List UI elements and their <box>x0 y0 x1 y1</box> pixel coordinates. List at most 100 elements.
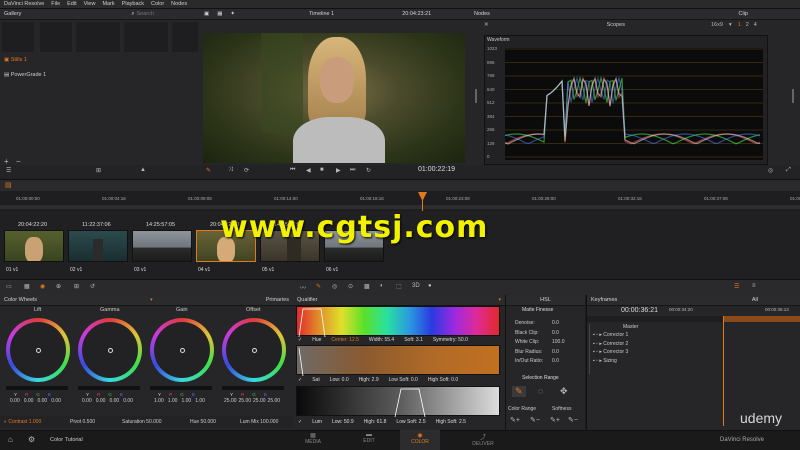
keyframe-track[interactable]: ▪ ▫ ▸ Corrector 3 <box>593 349 628 355</box>
hue-qualifier-bar[interactable] <box>296 306 500 338</box>
loop-button[interactable]: ↻ <box>366 167 371 174</box>
menu-edit[interactable]: Edit <box>67 1 76 7</box>
soft-remove-icon[interactable]: ✎− <box>568 416 578 424</box>
search-icon[interactable]: ⌕ <box>131 11 134 18</box>
saturation-field[interactable]: Saturation 50.000 <box>122 419 161 425</box>
keyframes-filter[interactable]: All <box>752 297 758 303</box>
motion-effects-icon[interactable]: ⊞ <box>74 283 79 290</box>
reset-icon[interactable]: ↺ <box>90 283 95 290</box>
gamma-values[interactable]: 0.00 0.00 0.00 0.00 <box>82 398 133 404</box>
menu-nodes[interactable]: Nodes <box>171 1 187 7</box>
menu-mark[interactable]: Mark <box>102 1 114 7</box>
pivot-field[interactable]: Pivot 0.500 <box>70 419 95 425</box>
keyframe-track[interactable]: ▪ ▫ ▸ Sizing <box>593 358 617 364</box>
viewer-mode-icon[interactable]: ▣ <box>204 11 209 17</box>
gain-values[interactable]: 1.00 1.00 1.00 1.00 <box>154 398 205 404</box>
menu-view[interactable]: View <box>84 1 96 7</box>
remove-range-icon[interactable]: ✎− <box>530 416 540 424</box>
tab-color[interactable]: ◉ COLOR <box>397 432 443 445</box>
timeline-track[interactable] <box>0 205 800 209</box>
soft-add-icon[interactable]: ✎+ <box>550 416 560 424</box>
color-match-icon[interactable]: ▦ <box>24 283 30 290</box>
scope-drag-handle[interactable] <box>475 89 477 103</box>
tab-deliver[interactable]: ⤴ DELIVER <box>460 432 506 447</box>
keyframes-view-icon[interactable]: ≡ <box>752 283 756 289</box>
gamma-master-slider[interactable] <box>78 386 140 390</box>
album-stills[interactable]: ▣ Stills 1 <box>4 57 27 63</box>
refine-icon[interactable]: ◌ <box>538 386 543 396</box>
keyframe-track[interactable]: ▪ ▫ ▸ Corrector 1 <box>593 332 628 338</box>
viewer-grid-icon[interactable]: ▦ <box>217 11 222 17</box>
matte-value[interactable]: 0.0 <box>552 358 559 364</box>
still-slot[interactable] <box>76 22 120 52</box>
rgb-mixer-icon[interactable]: ⊕ <box>56 283 61 290</box>
wheels-mode[interactable]: Primaries <box>266 297 289 303</box>
curves-icon[interactable]: 〰 <box>300 283 306 292</box>
keyframe-track[interactable]: ▪ ▫ ▸ Corrector 2 <box>593 341 628 347</box>
stop-button[interactable]: ■ <box>320 167 324 173</box>
camera-raw-icon[interactable]: ▭ <box>6 283 12 290</box>
qualifier-icon[interactable]: ✎ <box>316 283 321 290</box>
close-icon[interactable]: ✕ <box>484 22 489 28</box>
sat-qualifier-bar[interactable] <box>296 345 500 377</box>
shuffle-icon[interactable]: ⤨ <box>228 167 233 174</box>
still-slot[interactable] <box>124 22 168 52</box>
chevron-down-icon[interactable]: ▾ <box>150 297 153 303</box>
add-range-icon[interactable]: ✎+ <box>510 416 520 424</box>
sizing-icon[interactable]: ⬚ <box>396 283 402 290</box>
matte-value[interactable]: 0.0 <box>552 349 559 355</box>
last-frame-button[interactable]: ⏭ <box>350 167 355 174</box>
still-slot[interactable] <box>2 22 34 52</box>
timeline-name[interactable]: Timeline 1 <box>309 11 334 17</box>
clip-thumbnail[interactable] <box>4 230 64 262</box>
clip-label[interactable]: Clip <box>739 11 748 17</box>
chevron-down-icon[interactable]: ▾ <box>729 22 732 28</box>
loop-icon[interactable]: ⟳ <box>244 167 249 174</box>
tracker-icon[interactable]: ⊙ <box>348 283 353 290</box>
color-wheels-icon[interactable]: ◉ <box>40 283 45 290</box>
menu-color[interactable]: Color <box>151 1 164 7</box>
home-icon[interactable]: ⌂ <box>8 435 13 444</box>
matte-value[interactable]: 0.0 <box>552 330 559 336</box>
expand-icon[interactable]: ✥ <box>560 386 568 397</box>
qualifier-mode[interactable]: HSL <box>540 297 551 303</box>
gallery-search-input[interactable]: Search <box>137 11 154 17</box>
pick-tool-icon[interactable]: ✎ <box>206 167 211 174</box>
menu-playback[interactable]: Playback <box>122 1 144 7</box>
reverse-button[interactable]: ◀ <box>306 167 311 174</box>
matte-value[interactable]: 0.0 <box>552 320 559 326</box>
album-powergrade[interactable]: ▤ PowerGrade 1 <box>4 72 46 78</box>
aspect-select[interactable]: 16x9 <box>711 22 723 28</box>
still-slot[interactable] <box>40 22 72 52</box>
timeline-toggle-icon[interactable]: ▤ <box>5 181 12 189</box>
3d-icon[interactable]: 3D <box>412 283 420 289</box>
offset-values[interactable]: 25.00 25.00 25.00 25.00 <box>224 398 280 404</box>
contrast-field[interactable]: ◐ Contrast 1.000 <box>4 419 41 425</box>
node-graph-icon[interactable]: ◎ <box>768 167 773 174</box>
window-icon[interactable]: ◎ <box>332 283 337 290</box>
clip-thumbnail[interactable] <box>132 230 192 262</box>
video-frame[interactable] <box>203 33 465 163</box>
first-frame-button[interactable]: ⏮ <box>290 167 295 174</box>
hue-qualifier-values[interactable]: ✓ Hue Center: 12.5 Width: 55.4 Soft: 3.1 Symm… <box>296 336 500 344</box>
chevron-down-icon[interactable]: ▾ <box>498 297 501 303</box>
scope-page-1[interactable]: 1 <box>738 22 741 28</box>
offset-master-slider[interactable] <box>222 386 284 390</box>
offset-handle[interactable] <box>252 348 257 353</box>
scope-page-2[interactable]: 2 <box>746 22 749 28</box>
hue-field[interactable]: Hue 50.000 <box>190 419 216 425</box>
lum-qualifier-bar[interactable] <box>296 386 500 418</box>
menu-file[interactable]: File <box>51 1 60 7</box>
timeline-ruler[interactable]: 01:00:00:00 01:00:04:16 01:00:09:08 01:00:1… <box>0 191 800 211</box>
clip-thumbnail[interactable] <box>68 230 128 262</box>
keyframes-toggle-icon[interactable]: ☰ <box>734 283 739 290</box>
keyframes-range[interactable] <box>723 316 800 322</box>
tab-edit[interactable]: ▬ EDIT <box>346 432 392 444</box>
scope-page-4[interactable]: 4 <box>754 22 757 28</box>
sat-qualifier-values[interactable]: ✓ Sat Low: 0.0 High: 2.9 Low Soft: 0.0 High S… <box>296 376 500 384</box>
blur-icon[interactable]: ▩ <box>364 283 370 290</box>
lift-handle[interactable] <box>36 348 41 353</box>
scope-type[interactable]: Waveform <box>487 37 510 43</box>
viewer-wipe-icon[interactable]: ✦ <box>230 11 235 17</box>
lum-qualifier-values[interactable]: ✓ Lum Low: 50.9 High: 61.8 Low Soft: 2.5 High… <box>296 418 500 426</box>
